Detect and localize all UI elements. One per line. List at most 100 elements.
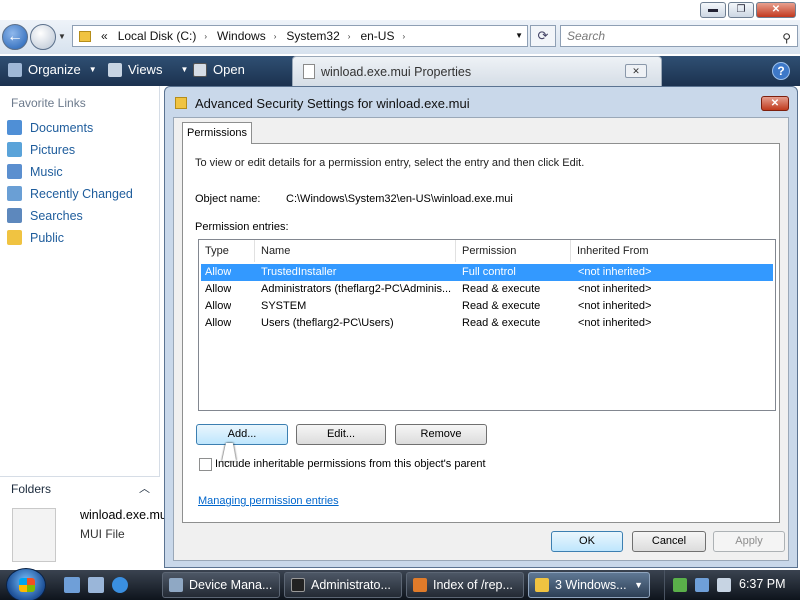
close-icon[interactable]: ✕ [625,64,647,78]
ok-button[interactable]: OK [551,531,623,552]
taskbar-button-label: Index of /rep... [433,578,513,592]
breadcrumb-separator-icon[interactable]: › [204,32,207,41]
taskbar-button-windows-group[interactable]: 3 Windows... ▼ [528,572,650,598]
security-icon[interactable] [673,578,687,592]
address-bar[interactable]: « Local Disk (C:) › Windows › System32 ›… [72,25,528,47]
taskbar-button-label: 3 Windows... [555,578,627,592]
windows-logo-icon [19,578,35,592]
breadcrumb-separator-icon[interactable]: › [348,32,351,41]
chevron-down-icon: ▼ [634,580,643,590]
add-button[interactable]: Add... [196,424,288,445]
nav-item-label: Pictures [30,142,76,157]
file-icon [303,64,315,79]
row-permission: Read & execute [462,283,541,295]
minimize-button[interactable]: ▬ [700,2,726,18]
permission-entries-label: Permission entries: [195,221,289,233]
breadcrumb-en-us[interactable]: en-US [360,29,394,43]
breadcrumb-separator-icon[interactable]: › [402,32,405,41]
properties-window-tab[interactable]: winload.exe.mui Properties ✕ [292,56,662,86]
table-row[interactable]: Allow Administrators (theflarg2-PC\Admin… [201,281,773,298]
dialog-title: Advanced Security Settings for winload.e… [195,96,470,111]
row-name: Users (theflarg2-PC\Users) [261,317,394,329]
nav-item-recently-changed[interactable]: Recently Changed [7,186,133,201]
taskbar-button-device-manager[interactable]: Device Mana... [162,572,280,598]
nav-item-public[interactable]: Public [7,230,64,245]
table-row[interactable]: Allow SYSTEM Read & execute <not inherit… [201,298,773,315]
inherit-permissions-label[interactable]: Include inheritable permissions from thi… [215,458,486,470]
views-icon [108,62,122,77]
refresh-button[interactable]: ⟳ [530,25,556,47]
dialog-close-button[interactable]: ✕ [761,96,789,111]
switch-windows-icon[interactable] [88,577,104,593]
nav-item-documents[interactable]: Documents [7,120,93,135]
row-inherited-from: <not inherited> [578,300,652,312]
window-controls: ▬ ❐ ✕ [700,2,796,18]
nav-item-searches[interactable]: Searches [7,208,83,223]
breadcrumb-local-disk[interactable]: Local Disk (C:) [118,29,197,43]
taskbar-button-administrator[interactable]: Administrato... [284,572,402,598]
forward-button[interactable] [30,24,56,50]
search-icon[interactable]: ⚲ [782,28,791,48]
properties-title: winload.exe.mui Properties [321,65,472,79]
taskbar-button-label: Device Mana... [189,578,273,592]
taskbar: Device Mana... Administrato... Index of … [0,568,800,600]
nav-item-music[interactable]: Music [7,164,63,179]
permission-entries-table[interactable]: Type Name Permission Inherited From Allo… [198,239,776,411]
command-prompt-icon [291,578,305,592]
search-input[interactable]: Search ⚲ [560,25,798,47]
nav-item-pictures[interactable]: Pictures [7,142,75,157]
search-placeholder: Search [567,29,606,43]
chevron-up-icon[interactable]: ︿ [139,480,150,496]
back-button[interactable]: ← [2,24,28,50]
nav-item-label: Music [30,164,63,179]
views-button[interactable]: Views ▼ [108,62,188,77]
cancel-button[interactable]: Cancel [632,531,706,552]
row-name: TrustedInstaller [261,266,337,278]
address-dropdown-icon[interactable]: ▼ [515,31,523,40]
dialog-titlebar[interactable]: Advanced Security Settings for winload.e… [165,87,797,117]
taskbar-button-index-of[interactable]: Index of /rep... [406,572,524,598]
column-header-permission[interactable]: Permission [456,240,571,262]
edit-button[interactable]: Edit... [296,424,386,445]
row-inherited-from: <not inherited> [578,283,652,295]
column-header-inherited-from[interactable]: Inherited From [571,240,775,262]
dialog-body: Permissions To view or edit details for … [173,117,789,561]
network-icon[interactable] [695,578,709,592]
clock[interactable]: 6:37 PM [739,577,786,591]
open-icon [193,62,207,77]
inherit-permissions-checkbox[interactable] [199,458,212,471]
open-button[interactable]: Open [193,62,245,77]
breadcrumb-separator-icon[interactable]: › [274,32,277,41]
help-icon[interactable]: ? [772,62,790,80]
close-button[interactable]: ✕ [756,2,796,18]
folder-icon [535,578,549,592]
folder-icon [7,230,22,245]
row-type: Allow [205,283,232,295]
object-name-label: Object name: [195,193,261,205]
history-prefix[interactable]: « [101,29,108,43]
apply-button[interactable]: Apply [713,531,785,552]
favorite-links-title: Favorite Links [11,96,86,110]
start-button[interactable] [6,568,46,600]
table-row[interactable]: Allow TrustedInstaller Full control <not… [201,264,773,281]
details-pane: winload.exe.mui MUI File [0,500,170,570]
folders-bar[interactable]: Folders ︿ [0,476,160,500]
column-header-type[interactable]: Type [199,240,255,262]
navigation-pane: Favorite Links Documents Pictures Music … [0,86,160,476]
recent-pages-dropdown-icon[interactable]: ▼ [58,32,66,41]
table-row[interactable]: Allow Users (theflarg2-PC\Users) Read & … [201,315,773,332]
organize-button[interactable]: Organize ▼ [8,62,97,77]
remove-button[interactable]: Remove [395,424,487,445]
maximize-button[interactable]: ❐ [728,2,754,18]
internet-explorer-icon[interactable] [112,577,128,593]
row-name: SYSTEM [261,300,307,312]
volume-icon[interactable] [717,578,731,592]
tab-permissions[interactable]: Permissions [182,122,252,144]
breadcrumb-windows[interactable]: Windows [217,29,266,43]
breadcrumb-system32[interactable]: System32 [286,29,339,43]
row-permission: Read & execute [462,300,541,312]
managing-permission-entries-link[interactable]: Managing permission entries [198,495,339,507]
show-desktop-icon[interactable] [64,577,80,593]
nav-item-label: Documents [30,120,94,135]
column-header-name[interactable]: Name [255,240,456,262]
